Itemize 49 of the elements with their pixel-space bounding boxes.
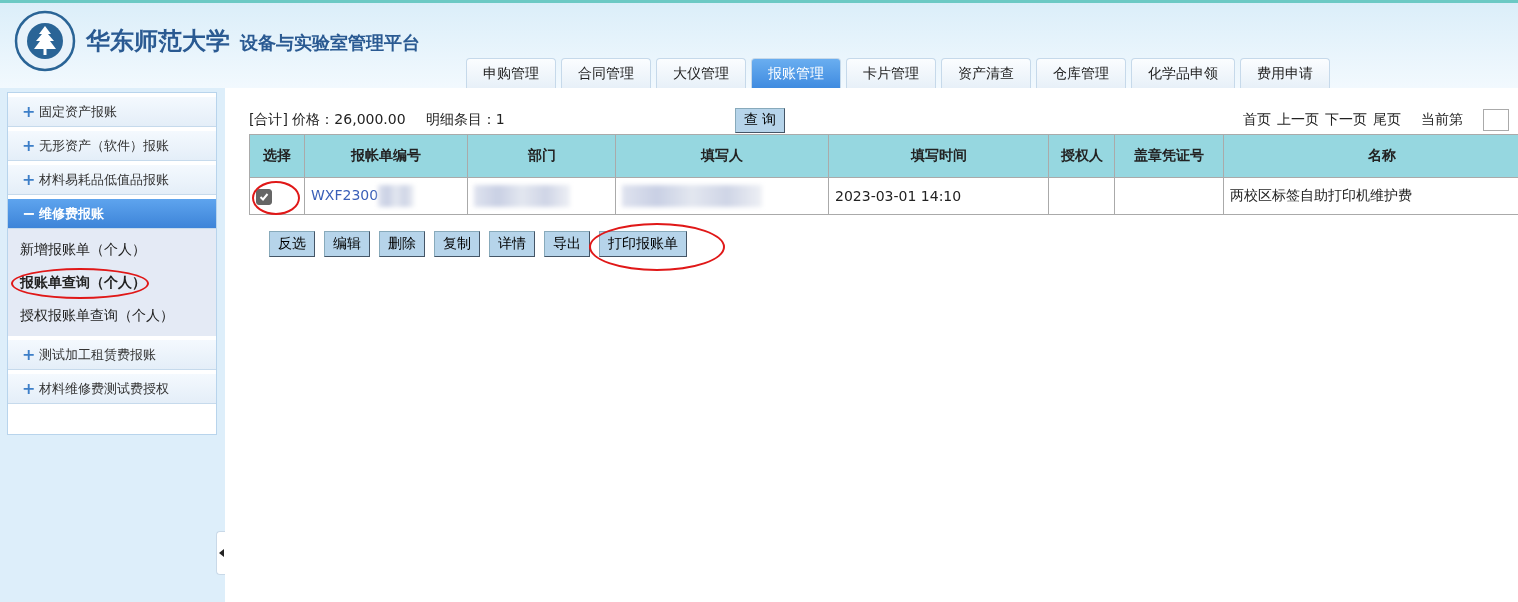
column-header: 选择	[249, 134, 305, 178]
nav-tab[interactable]: 资产清查	[941, 58, 1031, 88]
total-price: [合计] 价格：26,000.00	[249, 111, 406, 129]
column-header: 填写时间	[828, 134, 1049, 178]
nav-tab[interactable]: 合同管理	[561, 58, 651, 88]
action-button[interactable]: 导出	[544, 231, 590, 257]
column-header: 报帐单编号	[304, 134, 468, 178]
university-seal-icon	[14, 10, 76, 72]
column-header: 盖章凭证号	[1114, 134, 1224, 178]
blurred-block	[378, 185, 415, 207]
nav-tab[interactable]: 大仪管理	[656, 58, 746, 88]
page-input[interactable]	[1483, 109, 1509, 131]
nav-tab[interactable]: 化学品申领	[1131, 58, 1235, 88]
nav-tab[interactable]: 仓库管理	[1036, 58, 1126, 88]
sidebar-group[interactable]: + 测试加工租赁费报账	[8, 340, 216, 370]
item-count: 明细条目：1	[425, 111, 505, 129]
row-checkbox[interactable]	[256, 188, 272, 205]
nav-tab[interactable]: 费用申请	[1240, 58, 1330, 88]
left-triangle-icon	[218, 549, 224, 557]
sidebar-item[interactable]: 新增报账单（个人）	[8, 233, 216, 266]
action-button[interactable]: 复制	[434, 231, 480, 257]
current-page-label: 当前第	[1421, 111, 1463, 129]
pagination-link[interactable]: 下一页	[1325, 111, 1367, 129]
sidebar-item[interactable]: 报账单查询（个人）	[8, 266, 216, 299]
university-name: 华东师范大学	[86, 26, 230, 57]
sidebar-group[interactable]: + 无形资产（软件）报账	[8, 131, 216, 161]
nav-tab[interactable]: 卡片管理	[846, 58, 936, 88]
action-button[interactable]: 删除	[379, 231, 425, 257]
platform-title: 设备与实验室管理平台	[240, 31, 420, 55]
column-header: 授权人	[1048, 134, 1115, 178]
action-button[interactable]: 反选	[269, 231, 315, 257]
table-cell: 2023-03-01 14:10	[828, 177, 1049, 215]
pagination-link[interactable]: 上一页	[1277, 111, 1319, 129]
query-button[interactable]: 查 询	[734, 107, 785, 133]
sidebar-group[interactable]: + 材料易耗品低值品报账	[8, 165, 216, 195]
nav-tab[interactable]: 申购管理	[466, 58, 556, 88]
checkmark-icon	[259, 191, 269, 202]
action-button[interactable]: 详情	[489, 231, 535, 257]
bill-number-link[interactable]: WXF2300	[311, 187, 379, 203]
sidebar-group[interactable]: + 材料维修费测试费授权	[8, 374, 216, 404]
pagination-link[interactable]: 尾页	[1373, 111, 1401, 129]
pagination-link[interactable]: 首页	[1243, 111, 1271, 129]
column-header: 名称	[1223, 134, 1518, 178]
action-button[interactable]: 打印报账单	[599, 231, 687, 257]
sidebar-group[interactable]: + 固定资产报账	[8, 97, 216, 127]
column-header: 部门	[467, 134, 616, 178]
column-header: 填写人	[615, 134, 829, 178]
sidebar-item[interactable]: 授权报账单查询（个人）	[8, 299, 216, 332]
action-button[interactable]: 编辑	[324, 231, 370, 257]
